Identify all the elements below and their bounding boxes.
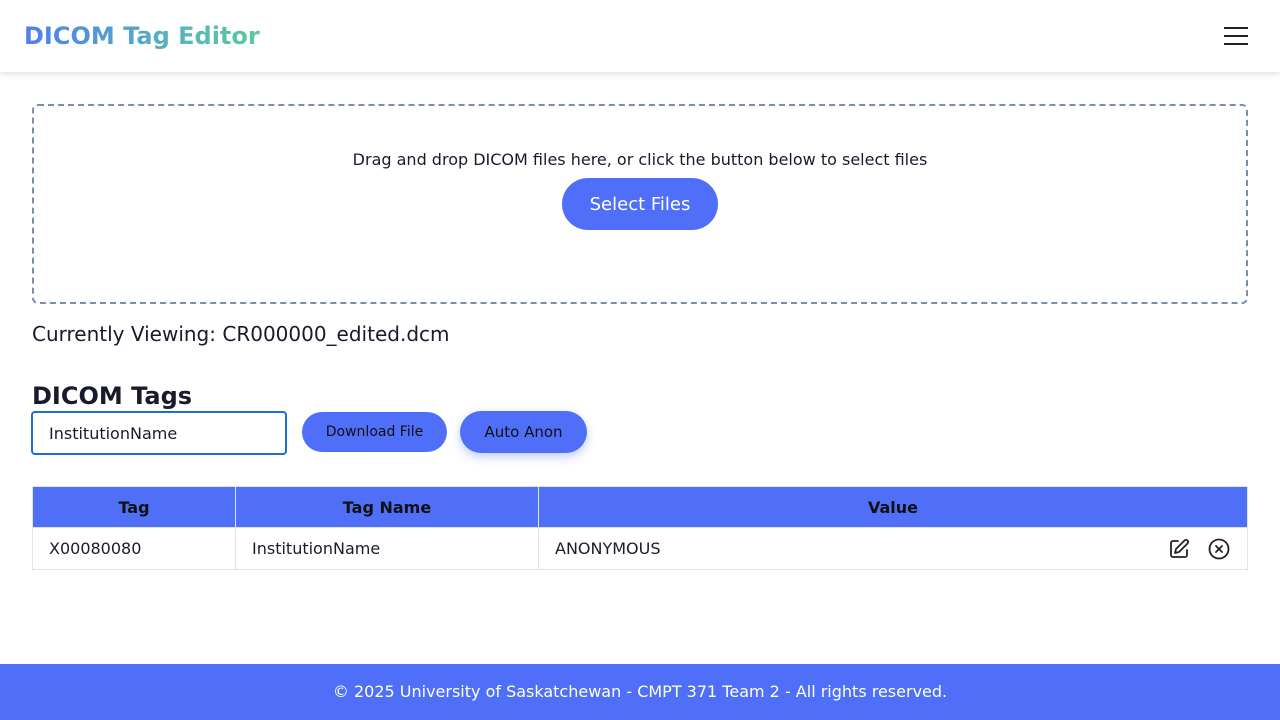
edit-icon <box>1170 539 1189 558</box>
table-header-row: Tag Tag Name Value <box>32 486 1248 528</box>
menu-button[interactable] <box>1216 20 1256 52</box>
dicom-tags-table: Tag Tag Name Value X00080080 Institution… <box>32 486 1248 570</box>
hamburger-menu-icon <box>1224 27 1248 45</box>
app-title: DICOM Tag Editor <box>24 22 260 50</box>
value-cell: ANONYMOUS <box>538 527 1248 570</box>
edit-button[interactable] <box>1167 537 1191 561</box>
select-files-button[interactable]: Select Files <box>562 178 718 230</box>
page-footer: © 2025 University of Saskatchewan - CMPT… <box>0 664 1280 720</box>
tag-name-cell: InstitutionName <box>235 527 539 570</box>
table-row: X00080080 InstitutionName ANONYMOUS <box>32 527 1248 570</box>
column-header-tag-name: Tag Name <box>235 486 539 528</box>
current-file-label: Currently Viewing: CR000000_edited.dcm <box>32 322 450 346</box>
app-header: DICOM Tag Editor <box>0 0 1280 72</box>
tag-search-input[interactable] <box>31 411 287 455</box>
download-file-button[interactable]: Download File <box>302 412 447 452</box>
column-header-tag: Tag <box>32 486 236 528</box>
tag-cell: X00080080 <box>32 527 236 570</box>
remove-button[interactable] <box>1207 537 1231 561</box>
auto-anon-button[interactable]: Auto Anon <box>460 411 587 453</box>
dropzone-instructions: Drag and drop DICOM files here, or click… <box>352 150 928 169</box>
section-title: DICOM Tags <box>32 382 193 410</box>
value-text: ANONYMOUS <box>555 539 661 558</box>
column-header-value: Value <box>538 486 1248 528</box>
remove-icon <box>1208 538 1230 560</box>
row-actions <box>1167 537 1231 561</box>
file-dropzone[interactable]: Drag and drop DICOM files here, or click… <box>32 104 1248 304</box>
